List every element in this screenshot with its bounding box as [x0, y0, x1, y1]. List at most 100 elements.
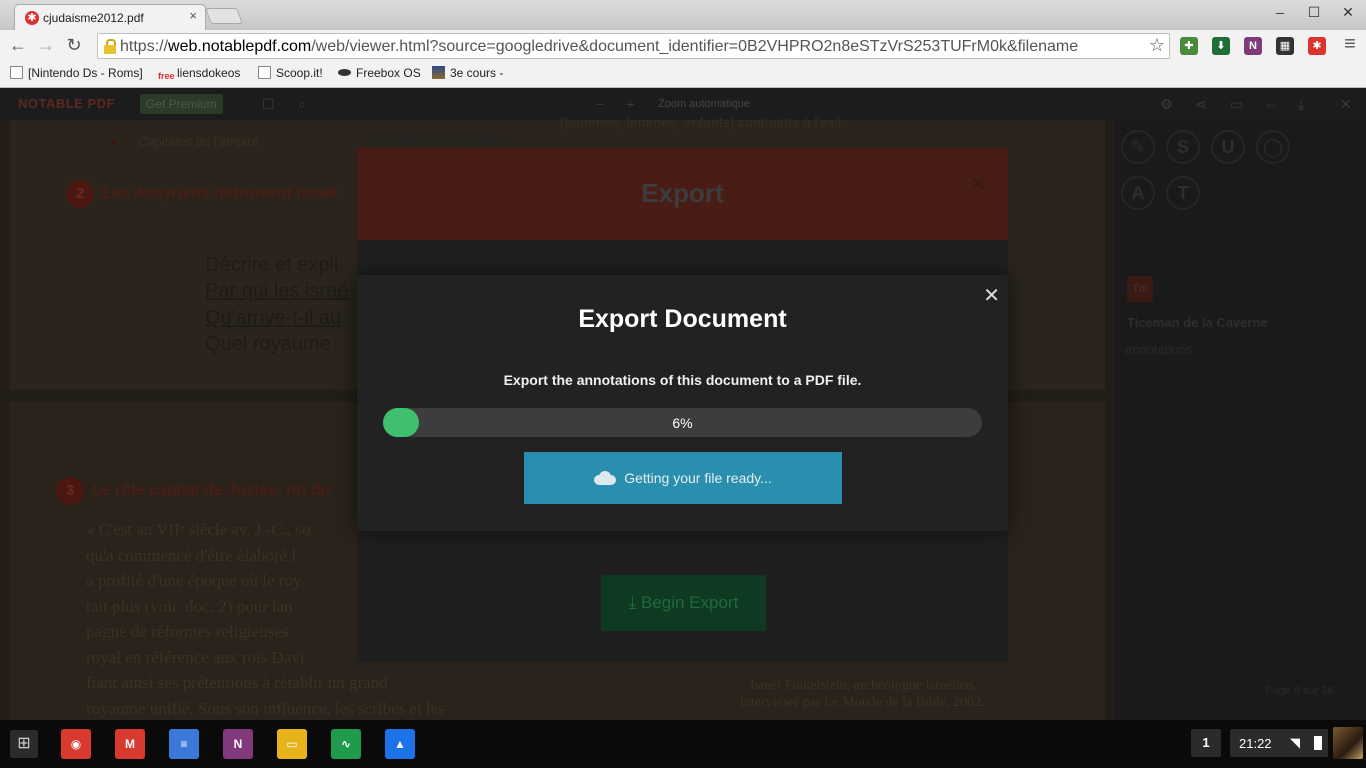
- bookmarks-bar: [Nintendo Ds - Roms] free liensdokeos Sco…: [0, 61, 1366, 88]
- presentation-icon[interactable]: ⇔: [1264, 96, 1278, 112]
- quote-line: tait plus (voir. doc. 2) pour lan: [86, 596, 293, 616]
- export-close-icon[interactable]: ✕: [968, 170, 988, 199]
- reload-icon[interactable]: ↻: [64, 35, 84, 56]
- slides-app-icon[interactable]: ▭: [277, 729, 307, 759]
- quote-line: a profité d'une époque où le roy: [86, 571, 302, 590]
- user-badge: Tdl: [1127, 276, 1153, 302]
- question-line: Quel royaume: [205, 333, 331, 355]
- user-name: Ticeman de la Caverne: [1127, 315, 1268, 330]
- question-line: Qu'arrive-t-il au: [205, 307, 342, 329]
- modal-description: Export the annotations of this document …: [503, 372, 862, 388]
- doc-top-right-text: (hommes, femmes, enfants) contraints à l…: [560, 114, 842, 130]
- app-launcher-icon[interactable]: ⊞: [10, 730, 38, 758]
- search-icon[interactable]: ⌕: [298, 96, 306, 113]
- image-icon: [432, 66, 445, 79]
- zoom-in-icon[interactable]: +: [626, 96, 634, 112]
- section-title: Le rôle capital de Josias, roi de: [92, 482, 330, 499]
- annotation-tool-4-icon[interactable]: A: [1121, 176, 1155, 210]
- page-icon: [10, 66, 23, 79]
- fullscreen-icon[interactable]: ✕: [1340, 96, 1352, 113]
- user-avatar[interactable]: [1333, 727, 1363, 759]
- maximize-icon[interactable]: ☐: [1304, 4, 1324, 21]
- getting-file-ready-button[interactable]: Getting your file ready...: [524, 452, 842, 504]
- wifi-icon: ◥: [1290, 735, 1300, 750]
- free-icon: free: [158, 71, 175, 81]
- onenote-app-icon[interactable]: N: [223, 729, 253, 759]
- modal-title: Export Document: [578, 305, 787, 333]
- bookmark-item[interactable]: Freebox OS: [338, 66, 421, 80]
- chrome-menu-icon[interactable]: ≡: [1340, 33, 1360, 56]
- annotation-tool-2-icon[interactable]: U: [1211, 130, 1245, 164]
- quote-line: royal en référence aux rois Davi: [86, 647, 305, 667]
- forward-icon[interactable]: →: [36, 35, 56, 56]
- battery-icon: [1314, 736, 1322, 750]
- export-document-modal: ✕ Export Document Export the annotations…: [357, 275, 1008, 531]
- palette-icon[interactable]: ⚙: [1160, 96, 1173, 113]
- quote-line: pagne de réformes religieuses: [86, 622, 289, 641]
- puzzle-extension-icon[interactable]: ✚: [1180, 37, 1198, 55]
- drive-app-icon[interactable]: ▲: [385, 729, 415, 759]
- chrome-app-icon[interactable]: ◉: [61, 729, 91, 759]
- minimize-icon[interactable]: –: [1270, 4, 1290, 20]
- annotation-tool-3-icon[interactable]: ◯: [1256, 130, 1290, 164]
- lock-icon: [104, 39, 116, 54]
- notable-pdf-icon[interactable]: ✱: [1308, 37, 1326, 55]
- back-icon[interactable]: ←: [8, 35, 28, 56]
- download-icon: ⤓: [628, 593, 641, 612]
- zoom-select[interactable]: Zoom automatique: [658, 98, 750, 110]
- section-number: 3: [56, 477, 84, 505]
- legend-capitals: Capitales de l'empire: [138, 134, 259, 149]
- attribution-line: interviewé par Le Monde de la Bible, 200…: [740, 695, 985, 710]
- onenote-clipper-icon[interactable]: N: [1244, 37, 1262, 55]
- gmail-app-icon[interactable]: M: [115, 729, 145, 759]
- notable-favicon-icon: ✱: [25, 11, 39, 25]
- bookmark-item[interactable]: 3e cours -: [432, 66, 503, 80]
- film-extension-icon[interactable]: ▦: [1276, 37, 1294, 55]
- notable-logo: NOTABLE PDF: [18, 96, 115, 111]
- annotation-tool-0-icon[interactable]: ✎: [1121, 130, 1155, 164]
- browser-toolbar: ← → ↻ https://web.notablepdf.com/web/vie…: [0, 30, 1366, 61]
- quote-line: « C'est au VIIᵉ siècle av. J.-C., so: [86, 520, 311, 539]
- new-tab-button[interactable]: [205, 8, 243, 24]
- window-close-icon[interactable]: ✕: [1338, 4, 1358, 21]
- section-title: Les Assyriens détruisent Israël: [102, 185, 338, 202]
- get-premium-button[interactable]: Get Premium: [140, 94, 223, 114]
- quote-line: fiant ainsi ses prétentions à rétablir u…: [86, 673, 388, 692]
- address-bar[interactable]: https://web.notablepdf.com/web/viewer.ht…: [97, 33, 1170, 59]
- begin-export-button[interactable]: ⤓ Begin Export: [601, 575, 766, 631]
- annotation-tool-1-icon[interactable]: S: [1166, 130, 1200, 164]
- legend-dot: ●: [110, 134, 118, 149]
- clock: 21:22: [1239, 736, 1272, 751]
- progress-bar: 6%: [383, 408, 982, 437]
- bookmark-star-icon[interactable]: ☆: [1149, 35, 1165, 56]
- bookmark-item[interactable]: free liensdokeos: [158, 66, 240, 83]
- question-line: Décrire et expli: [205, 254, 339, 276]
- attribution-line: Israël Finkelstein, archéologue israélie…: [750, 678, 977, 693]
- evernote-clipper-icon[interactable]: ⬇: [1212, 37, 1230, 55]
- status-tray[interactable]: 21:22 ◥: [1230, 729, 1328, 757]
- bookmark-item[interactable]: Scoop.it!: [258, 66, 323, 80]
- question-line: Par qui les israé: [205, 280, 349, 302]
- share-icon[interactable]: ⋖: [1195, 96, 1207, 113]
- tab-strip: ✱ cjudaisme2012.pdf × – ☐ ✕: [0, 0, 1366, 30]
- annotation-tool-5-icon[interactable]: T: [1166, 176, 1200, 210]
- sidebar-toggle-icon[interactable]: ☐: [262, 96, 275, 113]
- annotation-sidebar: ✎ S U ◯ A T Tdl Ticeman de la Caverne annotat…: [1115, 120, 1366, 720]
- page-content: NOTABLE PDF Get Premium ☐ ⌕ − + Zoom aut…: [0, 88, 1366, 720]
- freebox-icon: [338, 69, 351, 76]
- section-number: 2: [66, 180, 94, 208]
- browser-window: ✱ cjudaisme2012.pdf × – ☐ ✕ ← → ↻ https:…: [0, 0, 1366, 768]
- download-icon[interactable]: ⤓: [1298, 96, 1304, 113]
- tab-close-icon[interactable]: ×: [189, 8, 197, 23]
- chromeos-shelf: ⊞ ◉ M ≡ N ▭ ∿ ▲ 1 21:22 ◥: [0, 720, 1366, 768]
- workspace-indicator[interactable]: 1: [1191, 729, 1221, 757]
- page-info: Page 8 sur 36: [1265, 685, 1334, 697]
- browser-tab[interactable]: ✱ cjudaisme2012.pdf ×: [14, 4, 206, 30]
- docs-app-icon[interactable]: ≡: [169, 729, 199, 759]
- bookmark-item[interactable]: [Nintendo Ds - Roms]: [10, 66, 143, 80]
- folder-icon[interactable]: ▭: [1230, 96, 1243, 113]
- page-icon: [258, 66, 271, 79]
- url-text[interactable]: https://web.notablepdf.com/web/viewer.ht…: [120, 38, 1145, 56]
- sheets-app-icon[interactable]: ∿: [331, 729, 361, 759]
- zoom-out-icon[interactable]: −: [596, 96, 604, 112]
